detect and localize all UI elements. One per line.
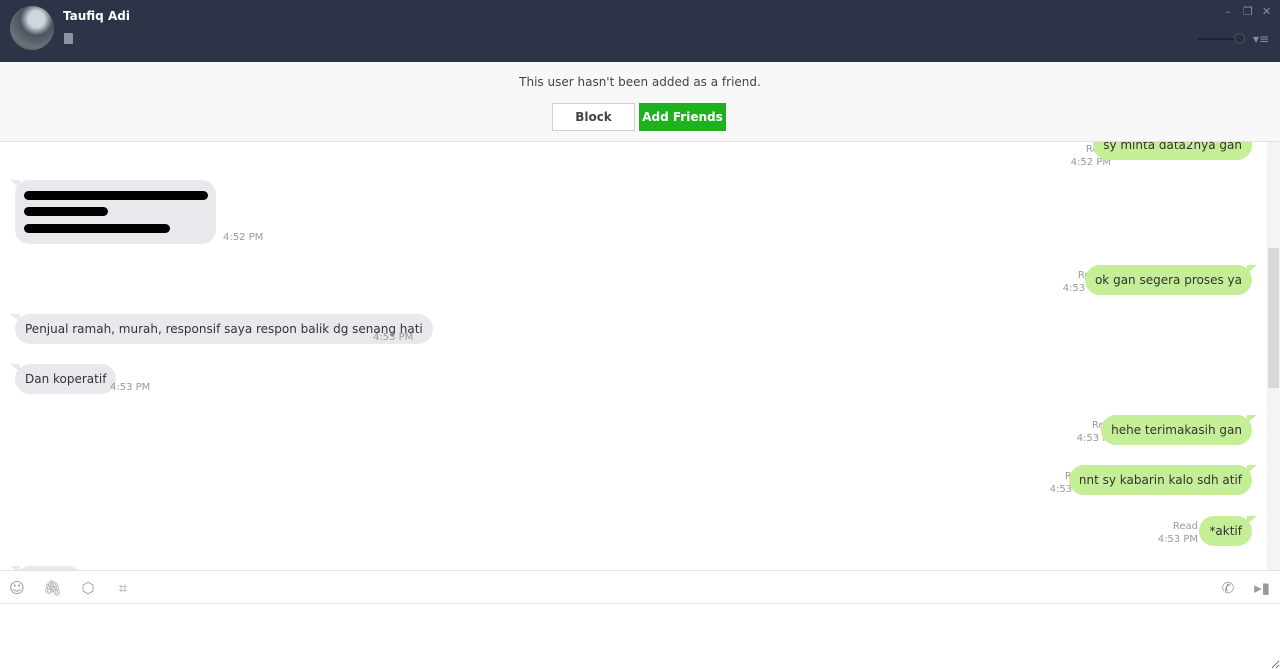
message-time: 4:53 PM xyxy=(373,332,414,343)
emoji-icon[interactable]: ☺ xyxy=(8,579,26,597)
redaction-bar xyxy=(24,224,170,233)
restore-icon[interactable]: ❐ xyxy=(1243,5,1253,18)
block-button[interactable]: Block xyxy=(552,103,635,131)
screenshot-icon[interactable]: ⌗ xyxy=(114,579,132,597)
message-list: Read4:52 PM sy minta data2nya gan 4:52 P… xyxy=(0,142,1267,570)
memo-icon[interactable] xyxy=(64,33,73,44)
scrollbar-thumb[interactable] xyxy=(1268,248,1279,388)
message-bubble[interactable]: Penjual ramah, murah, responsif saya res… xyxy=(10,314,433,344)
message-time: 4:52 PM xyxy=(223,232,264,243)
avatar[interactable] xyxy=(10,6,54,50)
minimize-icon[interactable]: – xyxy=(1225,5,1231,18)
close-icon[interactable]: ✕ xyxy=(1262,5,1271,18)
contact-name: Taufiq Adi xyxy=(63,9,130,23)
keep-icon[interactable]: ⬡ xyxy=(79,579,97,597)
message-time: 4:53 PM xyxy=(110,382,151,393)
message-bubble[interactable]: *aktif xyxy=(1199,516,1257,546)
attach-icon[interactable]: 🖇 xyxy=(43,579,62,597)
chat-header: Taufiq Adi – ❐ ✕ ▾≡ xyxy=(0,0,1280,62)
message-input[interactable] xyxy=(0,604,1280,669)
call-icon[interactable]: ✆ xyxy=(1219,579,1237,597)
menu-icon[interactable]: ▾≡ xyxy=(1253,32,1269,46)
notice-text: This user hasn't been added as a friend. xyxy=(519,75,761,89)
message-meta: Read4:53 PM xyxy=(1157,521,1198,545)
add-friends-button[interactable]: Add Friends xyxy=(639,103,726,131)
message-bubble[interactable]: hehe terimakasih gan xyxy=(1101,415,1257,445)
message-bubble[interactable]: nnt sy kabarin kalo sdh atif xyxy=(1068,465,1258,495)
message-bubble-redacted[interactable] xyxy=(10,180,216,244)
message-bubble[interactable]: ok gan segera proses ya xyxy=(1084,265,1258,295)
redaction-bar xyxy=(24,207,108,216)
input-toolbar: ☺ 🖇 ⬡ ⌗ ✆ ▸▮ xyxy=(0,570,1280,604)
video-icon[interactable]: ▸▮ xyxy=(1253,579,1271,597)
message-bubble[interactable]: sy minta data2nya gan xyxy=(1093,142,1252,160)
message-bubble[interactable]: Dan koperatif xyxy=(9,364,117,394)
friend-notice: This user hasn't been added as a friend.… xyxy=(0,62,1280,142)
redaction-bar xyxy=(24,191,208,200)
zoom-slider-handle[interactable] xyxy=(1234,33,1245,44)
